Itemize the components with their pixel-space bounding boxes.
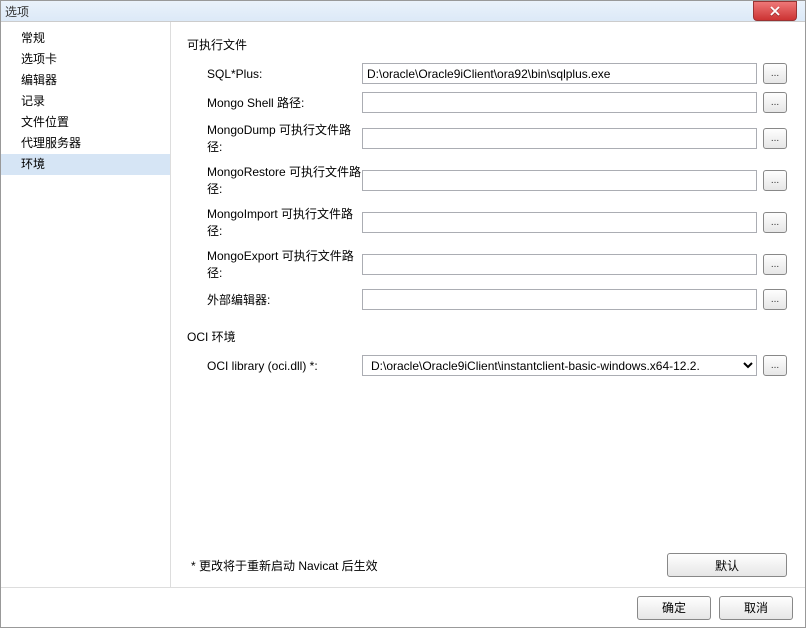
section-executables-title: 可执行文件 (187, 36, 787, 53)
sidebar-item-proxy[interactable]: 代理服务器 (1, 133, 170, 154)
note-row: * 更改将于重新启动 Navicat 后生效 默认 (187, 553, 787, 577)
row-oci-library: OCI library (oci.dll) *: D:\oracle\Oracl… (187, 355, 787, 376)
restart-note: * 更改将于重新启动 Navicat 后生效 (187, 557, 378, 574)
sidebar-item-label: 常规 (21, 31, 45, 45)
sidebar-item-file-location[interactable]: 文件位置 (1, 112, 170, 133)
content-area: 常规 选项卡 编辑器 记录 文件位置 代理服务器 环境 可执行文件 SQL*Pl… (1, 21, 805, 587)
select-oci-library[interactable]: D:\oracle\Oracle9iClient\instantclient-b… (362, 355, 757, 376)
label-mongoimport: MongoImport 可执行文件路径: (187, 205, 362, 239)
default-button[interactable]: 默认 (667, 553, 787, 577)
browse-mongo-shell[interactable]: ... (763, 92, 787, 113)
input-sqlplus[interactable] (362, 63, 757, 84)
sidebar-item-label: 代理服务器 (21, 136, 81, 150)
close-button[interactable] (753, 1, 797, 21)
sidebar-item-general[interactable]: 常规 (1, 28, 170, 49)
sidebar-item-records[interactable]: 记录 (1, 91, 170, 112)
titlebar: 选项 (1, 1, 805, 21)
row-mongorestore: MongoRestore 可执行文件路径: ... (187, 163, 787, 197)
window-title: 选项 (5, 3, 29, 20)
input-mongoimport[interactable] (362, 212, 757, 233)
input-mongoexport[interactable] (362, 254, 757, 275)
browse-mongorestore[interactable]: ... (763, 170, 787, 191)
label-mongodump: MongoDump 可执行文件路径: (187, 121, 362, 155)
sidebar: 常规 选项卡 编辑器 记录 文件位置 代理服务器 环境 (1, 22, 171, 587)
browse-sqlplus[interactable]: ... (763, 63, 787, 84)
row-mongoimport: MongoImport 可执行文件路径: ... (187, 205, 787, 239)
sidebar-item-label: 环境 (21, 157, 45, 171)
browse-mongoexport[interactable]: ... (763, 254, 787, 275)
label-external-editor: 外部编辑器: (187, 291, 362, 308)
section-oci-title: OCI 环境 (187, 328, 787, 345)
sidebar-item-label: 编辑器 (21, 73, 57, 87)
input-mongodump[interactable] (362, 128, 757, 149)
cancel-button[interactable]: 取消 (719, 596, 793, 620)
input-mongorestore[interactable] (362, 170, 757, 191)
close-icon (770, 6, 780, 16)
row-external-editor: 外部编辑器: ... (187, 289, 787, 310)
sidebar-item-tabs[interactable]: 选项卡 (1, 49, 170, 70)
label-mongoexport: MongoExport 可执行文件路径: (187, 247, 362, 281)
label-sqlplus: SQL*Plus: (187, 67, 362, 81)
row-mongo-shell: Mongo Shell 路径: ... (187, 92, 787, 113)
sidebar-item-editor[interactable]: 编辑器 (1, 70, 170, 91)
main-panel: 可执行文件 SQL*Plus: ... Mongo Shell 路径: ... … (171, 22, 805, 587)
footer: 确定 取消 (1, 587, 805, 627)
browse-mongodump[interactable]: ... (763, 128, 787, 149)
options-dialog: 选项 常规 选项卡 编辑器 记录 文件位置 代理服务器 环境 可执行文件 SQL… (0, 0, 806, 628)
browse-mongoimport[interactable]: ... (763, 212, 787, 233)
browse-oci-library[interactable]: ... (763, 355, 787, 376)
sidebar-item-label: 文件位置 (21, 115, 69, 129)
sidebar-item-label: 选项卡 (21, 52, 57, 66)
spacer (187, 384, 787, 543)
browse-external-editor[interactable]: ... (763, 289, 787, 310)
label-mongo-shell: Mongo Shell 路径: (187, 94, 362, 111)
ok-button[interactable]: 确定 (637, 596, 711, 620)
sidebar-item-environment[interactable]: 环境 (1, 154, 170, 175)
sidebar-item-label: 记录 (21, 94, 45, 108)
input-external-editor[interactable] (362, 289, 757, 310)
row-sqlplus: SQL*Plus: ... (187, 63, 787, 84)
input-mongo-shell[interactable] (362, 92, 757, 113)
row-mongoexport: MongoExport 可执行文件路径: ... (187, 247, 787, 281)
row-mongodump: MongoDump 可执行文件路径: ... (187, 121, 787, 155)
label-oci-library: OCI library (oci.dll) *: (187, 359, 362, 373)
label-mongorestore: MongoRestore 可执行文件路径: (187, 163, 362, 197)
